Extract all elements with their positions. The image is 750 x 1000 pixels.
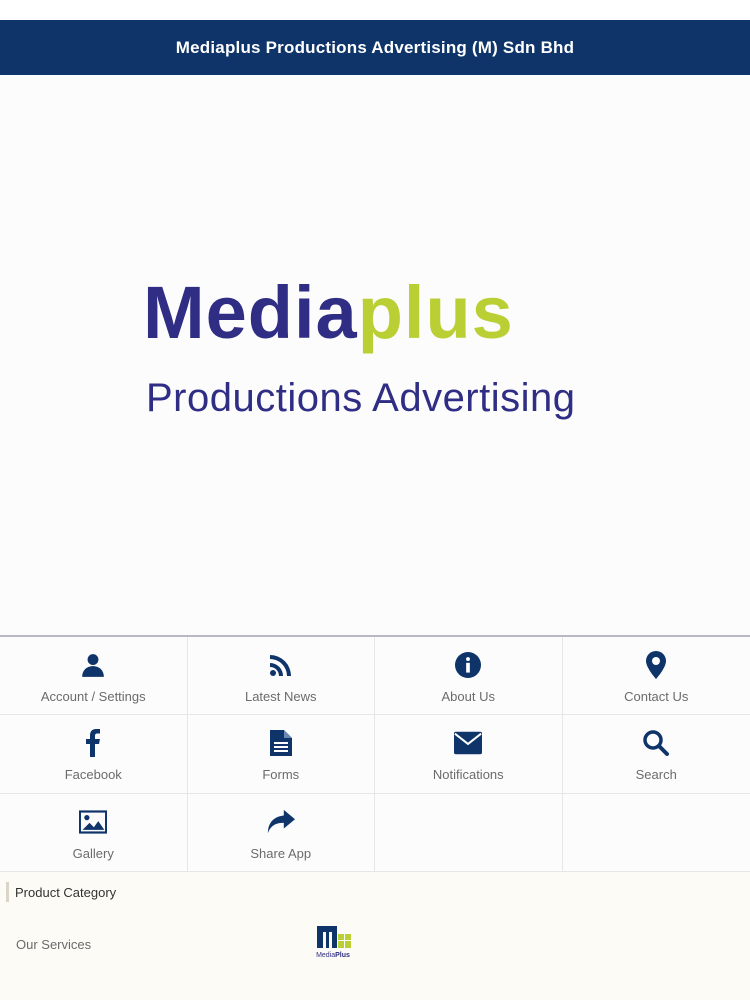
footer-logo-mark	[317, 926, 351, 948]
menu-item-label: Latest News	[244, 689, 317, 704]
menu-item-label: Notifications	[432, 767, 504, 783]
menu-item-label: Gallery	[72, 845, 114, 861]
status-bar	[0, 0, 750, 21]
page-title: Mediaplus Productions Advertising (M) Sd…	[175, 37, 575, 57]
footer-logo-text-media: Media	[316, 952, 336, 959]
map-pin-icon	[642, 651, 670, 679]
envelope-icon	[454, 729, 483, 757]
app-header: Mediaplus Productions Advertising (M) Sd…	[0, 20, 750, 75]
info-icon	[454, 651, 482, 679]
footer-logo: MediaPlus	[311, 924, 355, 964]
menu-item-forms[interactable]: Forms	[187, 715, 375, 794]
menu-item-label: Forms	[262, 767, 300, 783]
our-services-link[interactable]: Our Services	[16, 937, 91, 952]
menu-item-label: Share App	[250, 845, 312, 861]
menu-item-share-app[interactable]: Share App	[187, 793, 375, 872]
logo-text-plus: plus	[357, 271, 514, 354]
facebook-icon	[79, 729, 107, 758]
menu-item-contact-us[interactable]: Contact Us	[562, 637, 750, 716]
menu-item-search[interactable]: Search	[562, 715, 750, 794]
menu-item-label: Account / Settings	[40, 689, 146, 704]
share-icon	[267, 808, 295, 836]
search-icon	[642, 729, 670, 757]
menu-item-account-settings[interactable]: Account / Settings	[0, 637, 188, 716]
empty-cell	[375, 793, 563, 872]
brand-logo: Mediaplus	[143, 276, 514, 350]
menu-item-label: Facebook	[64, 767, 122, 783]
menu-item-label: Search	[635, 767, 677, 783]
menu-item-label: Contact Us	[624, 689, 689, 704]
product-category-link[interactable]: Product Category	[6, 882, 116, 902]
footer-logo-text: MediaPlus	[311, 952, 355, 959]
image-icon	[79, 808, 108, 836]
user-icon	[79, 651, 107, 679]
menu-item-latest-news[interactable]: Latest News	[187, 637, 375, 716]
menu-item-about-us[interactable]: About Us	[375, 637, 563, 716]
hero-banner	[0, 75, 750, 636]
empty-cell	[562, 794, 750, 872]
document-icon	[267, 729, 295, 757]
menu-item-label: About Us	[441, 689, 495, 704]
menu-item-notifications[interactable]: Notifications	[375, 715, 563, 794]
menu-item-facebook[interactable]: Facebook	[0, 715, 188, 794]
logo-subtitle: Productions Advertising	[146, 376, 576, 420]
menu-item-gallery[interactable]: Gallery	[0, 793, 188, 872]
logo-text-media: Media	[143, 271, 358, 354]
menu-grid: Account / Settings Latest News About Us …	[0, 637, 750, 872]
rss-icon	[267, 651, 295, 679]
footer-logo-text-plus: Plus	[335, 952, 350, 959]
product-category-label: Product Category	[15, 884, 117, 900]
